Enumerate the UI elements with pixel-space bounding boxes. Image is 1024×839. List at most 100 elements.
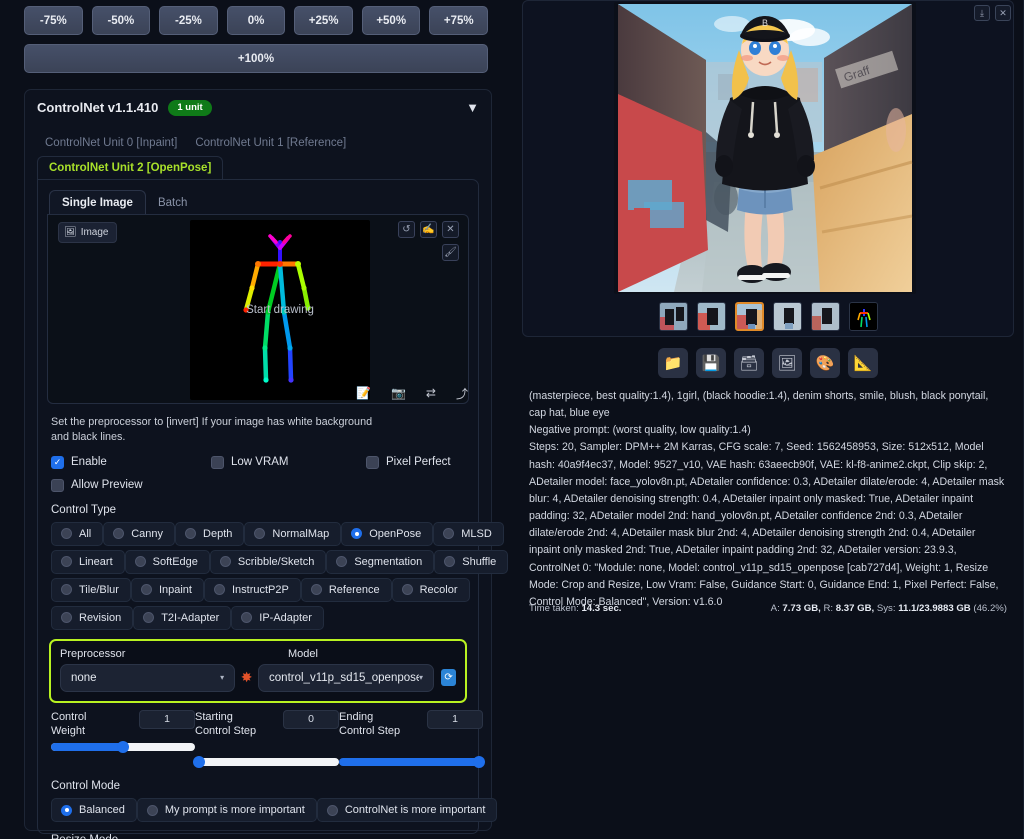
send-to-inpaint-button[interactable]: 🎨: [810, 348, 840, 378]
control-type-mlsd[interactable]: MLSD: [433, 521, 504, 546]
explosion-icon[interactable]: ✸: [235, 669, 258, 686]
resize-minus-50-button[interactable]: -50%: [91, 6, 151, 35]
control-type-canny[interactable]: Canny: [103, 521, 176, 546]
checkbox-low-vram-box[interactable]: [211, 455, 224, 469]
starting-step-slider-knob[interactable]: [193, 756, 205, 769]
thumbnail-1[interactable]: [696, 302, 726, 331]
control-type-shuffle[interactable]: Shuffle: [434, 549, 509, 574]
download-icon[interactable]: ⤓: [974, 5, 990, 21]
send-icon[interactable]: ⤴: [456, 385, 468, 402]
open-folder-button[interactable]: 📁: [658, 348, 688, 378]
radio-icon[interactable]: [254, 528, 266, 540]
checkbox-enable[interactable]: Enable: [51, 455, 211, 469]
radio-icon[interactable]: [146, 804, 158, 816]
openpose-preview-canvas[interactable]: Start drawing: [190, 219, 370, 400]
radio-icon[interactable]: [336, 556, 348, 568]
tab-unit-2-openpose[interactable]: ControlNet Unit 2 [OpenPose]: [37, 155, 224, 179]
radio-icon[interactable]: [213, 584, 225, 596]
control-type-tile-blur[interactable]: Tile/Blur: [51, 577, 131, 602]
resize-minus-75-button[interactable]: -75%: [24, 6, 83, 35]
checkbox-enable-box[interactable]: [51, 455, 64, 469]
resize-plus-100-button[interactable]: +100%: [24, 44, 488, 73]
thumbnail-0[interactable]: [658, 302, 688, 331]
undo-icon[interactable]: ↺: [398, 220, 415, 238]
chevron-down-icon[interactable]: ▾: [419, 673, 423, 682]
ending-step-value[interactable]: 1: [427, 709, 483, 729]
radio-icon[interactable]: [61, 556, 72, 568]
checkbox-pixel-perfect[interactable]: Pixel Perfect: [366, 455, 451, 469]
preprocessor-select[interactable]: none ▾: [60, 663, 236, 692]
control-type-ip-adapter[interactable]: IP-Adapter: [231, 605, 324, 630]
control-type-lineart[interactable]: Lineart: [51, 549, 125, 574]
swap-icon[interactable]: ⇄: [426, 386, 436, 400]
radio-icon[interactable]: [143, 612, 155, 624]
control-type-reference[interactable]: Reference: [300, 577, 392, 602]
control-weight-slider-knob[interactable]: [117, 741, 129, 754]
close-icon[interactable]: ✕: [442, 220, 459, 238]
radio-icon-selected[interactable]: [61, 804, 72, 816]
eraser-icon[interactable]: ✍: [420, 220, 437, 238]
thumbnail-2[interactable]: [734, 302, 764, 331]
radio-icon[interactable]: [326, 804, 338, 816]
control-type-instructp2p[interactable]: InstructP2P: [203, 577, 301, 602]
radio-icon[interactable]: [134, 556, 146, 568]
chevron-down-icon[interactable]: ▾: [220, 673, 224, 682]
radio-icon[interactable]: [401, 584, 413, 596]
ending-step-slider-knob[interactable]: [473, 756, 485, 769]
control-mode-my-prompt[interactable]: My prompt is more important: [136, 798, 317, 823]
close-icon[interactable]: ✕: [995, 5, 1011, 21]
chevron-down-icon[interactable]: ▼: [466, 100, 479, 115]
control-type-softedge[interactable]: SoftEdge: [124, 549, 210, 574]
thumbnail-3[interactable]: [772, 302, 802, 331]
control-mode-balanced[interactable]: Balanced: [51, 798, 137, 823]
checkbox-allow-preview-box[interactable]: [51, 478, 64, 492]
control-mode-controlnet[interactable]: ControlNet is more important: [316, 798, 498, 823]
resize-zero-button[interactable]: 0%: [226, 6, 286, 35]
control-type-all[interactable]: All: [51, 521, 104, 546]
tab-unit-0-inpaint[interactable]: ControlNet Unit 0 [Inpaint]: [37, 132, 187, 154]
radio-icon[interactable]: [185, 528, 197, 540]
send-to-extras-button[interactable]: 📐: [848, 348, 878, 378]
control-weight-value[interactable]: 1: [139, 709, 195, 729]
brush-icon[interactable]: 🖌: [442, 243, 459, 261]
control-type-inpaint[interactable]: Inpaint: [130, 577, 204, 602]
tab-single-image[interactable]: Single Image: [49, 189, 146, 215]
refresh-icon[interactable]: ⟳: [441, 669, 457, 687]
radio-icon[interactable]: [310, 584, 322, 596]
webcam-icon[interactable]: 📷: [391, 386, 406, 400]
new-canvas-icon[interactable]: 📝: [356, 386, 371, 400]
radio-icon[interactable]: [443, 528, 455, 540]
resize-minus-25-button[interactable]: -25%: [159, 6, 218, 35]
starting-step-slider[interactable]: [193, 756, 339, 769]
checkbox-low-vram[interactable]: Low VRAM: [211, 455, 366, 469]
radio-icon[interactable]: [444, 556, 456, 568]
resize-plus-25-button[interactable]: +25%: [294, 6, 353, 35]
thumbnail-4[interactable]: [810, 302, 840, 331]
control-type-recolor[interactable]: Recolor: [391, 577, 470, 602]
zip-button[interactable]: 🗃: [734, 348, 764, 378]
control-type-scribble-sketch[interactable]: Scribble/Sketch: [209, 549, 327, 574]
save-button[interactable]: 💾: [696, 348, 726, 378]
control-type-t2i-adapter[interactable]: T2I-Adapter: [133, 605, 232, 630]
radio-icon[interactable]: [219, 556, 231, 568]
tab-unit-1-reference[interactable]: ControlNet Unit 1 [Reference]: [187, 132, 356, 154]
ending-step-slider[interactable]: [339, 756, 485, 769]
tab-batch[interactable]: Batch: [146, 191, 199, 215]
model-select[interactable]: control_v11p_sd15_openpose [cab7 ▾: [258, 663, 435, 692]
send-to-img2img-button[interactable]: 🖼: [772, 348, 802, 378]
radio-icon[interactable]: [241, 612, 253, 624]
image-upload-tag[interactable]: 🖼 Image: [58, 221, 117, 243]
checkbox-allow-preview[interactable]: Allow Preview: [51, 478, 143, 492]
radio-icon[interactable]: [61, 528, 72, 540]
control-type-normalmap[interactable]: NormalMap: [244, 521, 342, 546]
controlnet-header[interactable]: ControlNet v1.1.410 1 unit ▼: [25, 100, 491, 116]
control-type-segmentation[interactable]: Segmentation: [326, 549, 435, 574]
radio-icon[interactable]: [140, 584, 152, 596]
control-type-revision[interactable]: Revision: [51, 605, 134, 630]
radio-icon[interactable]: [61, 584, 72, 596]
control-weight-slider[interactable]: [51, 741, 195, 754]
control-type-openpose[interactable]: OpenPose: [341, 521, 434, 546]
control-type-depth[interactable]: Depth: [175, 521, 245, 546]
checkbox-pixel-perfect-box[interactable]: [366, 455, 379, 469]
radio-icon[interactable]: [113, 528, 125, 540]
